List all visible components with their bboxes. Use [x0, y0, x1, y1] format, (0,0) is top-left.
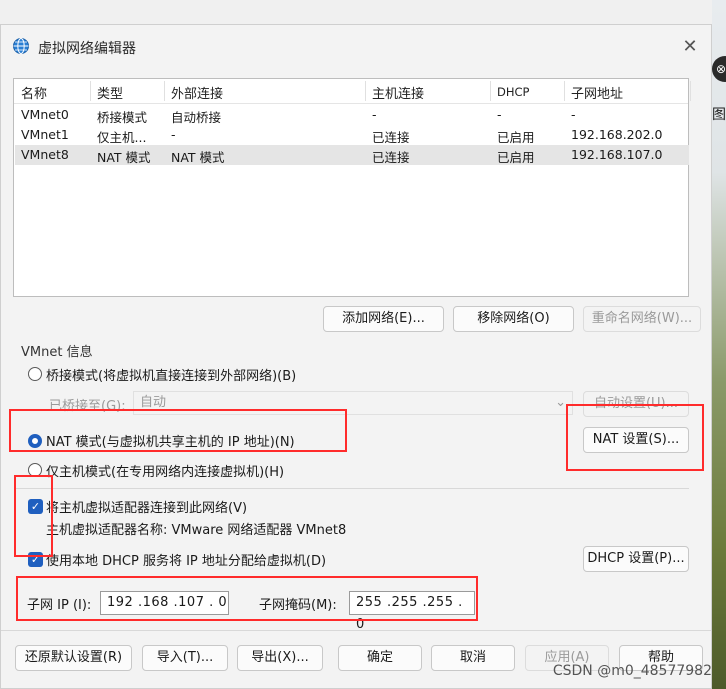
- rename-network-button[interactable]: 重命名网络(W)...: [583, 306, 701, 332]
- row-host: 已连接: [372, 150, 410, 165]
- column-header-type[interactable]: 类型: [97, 83, 123, 102]
- connect-adapter-label[interactable]: 将主机虚拟适配器连接到此网络(V): [46, 497, 247, 516]
- bridge-label[interactable]: 桥接模式(将虚拟机直接连接到外部网络)(B): [46, 365, 296, 384]
- table-row[interactable]: VMnet1 仅主机... - 已连接 已启用 192.168.202.0: [15, 125, 689, 145]
- highlight-subnet: [16, 576, 478, 621]
- row-name: VMnet8: [21, 147, 69, 162]
- add-network-button[interactable]: 添加网络(E)...: [323, 306, 444, 332]
- row-host: 已连接: [372, 130, 410, 145]
- row-name: VMnet1: [21, 127, 69, 142]
- table-row[interactable]: VMnet8 NAT 模式 NAT 模式 已连接 已启用 192.168.107…: [15, 145, 689, 165]
- row-type: 桥接模式: [97, 110, 148, 125]
- column-header-dhcp[interactable]: DHCP: [497, 85, 529, 99]
- row-type: 仅主机...: [97, 130, 147, 145]
- column-header-name[interactable]: 名称: [21, 83, 47, 102]
- import-button[interactable]: 导入(T)...: [142, 645, 228, 671]
- title-bar: 虚拟网络编辑器 ✕: [1, 25, 711, 69]
- column-header-external[interactable]: 外部连接: [171, 83, 223, 102]
- hostonly-label[interactable]: 仅主机模式(在专用网络内连接虚拟机)(H): [46, 461, 284, 480]
- column-header-subnet[interactable]: 子网地址: [571, 83, 623, 102]
- list-header: 名称 类型 外部连接 主机连接 DHCP 子网地址: [14, 79, 691, 104]
- restore-defaults-button[interactable]: 还原默认设置(R): [15, 645, 132, 671]
- row-subnet: 192.168.107.0: [571, 147, 663, 162]
- highlight-checkboxes: [14, 475, 53, 557]
- highlight-nat-settings: [566, 404, 704, 471]
- table-row[interactable]: VMnet0 桥接模式 自动桥接 - - -: [15, 105, 689, 125]
- row-dhcp: -: [497, 107, 502, 122]
- ok-button[interactable]: 确定: [338, 645, 422, 671]
- window-title: 虚拟网络编辑器: [38, 41, 136, 57]
- row-dhcp: 已启用: [497, 130, 535, 145]
- watermark-text: CSDN @m0_48577982: [552, 663, 712, 679]
- chevron-down-icon: ⌄: [555, 395, 566, 410]
- footer-divider: [1, 630, 711, 631]
- row-dhcp: 已启用: [497, 150, 535, 165]
- divider: [15, 488, 689, 489]
- dhcp-settings-button[interactable]: DHCP 设置(P)...: [583, 546, 689, 572]
- cancel-button[interactable]: 取消: [431, 645, 515, 671]
- export-button[interactable]: 导出(X)...: [237, 645, 323, 671]
- network-list[interactable]: 名称 类型 外部连接 主机连接 DHCP 子网地址 VMnet0 桥接模式 自动…: [13, 78, 691, 297]
- bridged-to-value: 自动: [140, 395, 167, 410]
- column-header-host[interactable]: 主机连接: [372, 83, 424, 102]
- network-globe-icon: [13, 38, 29, 54]
- row-external: 自动桥接: [171, 110, 222, 125]
- dhcp-label[interactable]: 使用本地 DHCP 服务将 IP 地址分配给虚拟机(D): [46, 550, 326, 569]
- vmnet-info-label: VMnet 信息: [19, 341, 95, 360]
- background-text: 图: [712, 107, 726, 123]
- remove-network-button[interactable]: 移除网络(O): [453, 306, 574, 332]
- row-external: -: [171, 127, 176, 142]
- close-icon[interactable]: ✕: [679, 36, 701, 58]
- row-type: NAT 模式: [97, 150, 151, 165]
- row-subnet: 192.168.202.0: [571, 127, 663, 142]
- row-host: -: [372, 107, 377, 122]
- row-subnet: -: [571, 107, 576, 122]
- bridge-radio[interactable]: [28, 367, 42, 381]
- highlight-nat-mode: [9, 409, 347, 452]
- row-external: NAT 模式: [171, 150, 225, 165]
- row-name: VMnet0: [21, 107, 69, 122]
- adapter-name-label: 主机虚拟适配器名称: VMware 网络适配器 VMnet8: [46, 523, 347, 538]
